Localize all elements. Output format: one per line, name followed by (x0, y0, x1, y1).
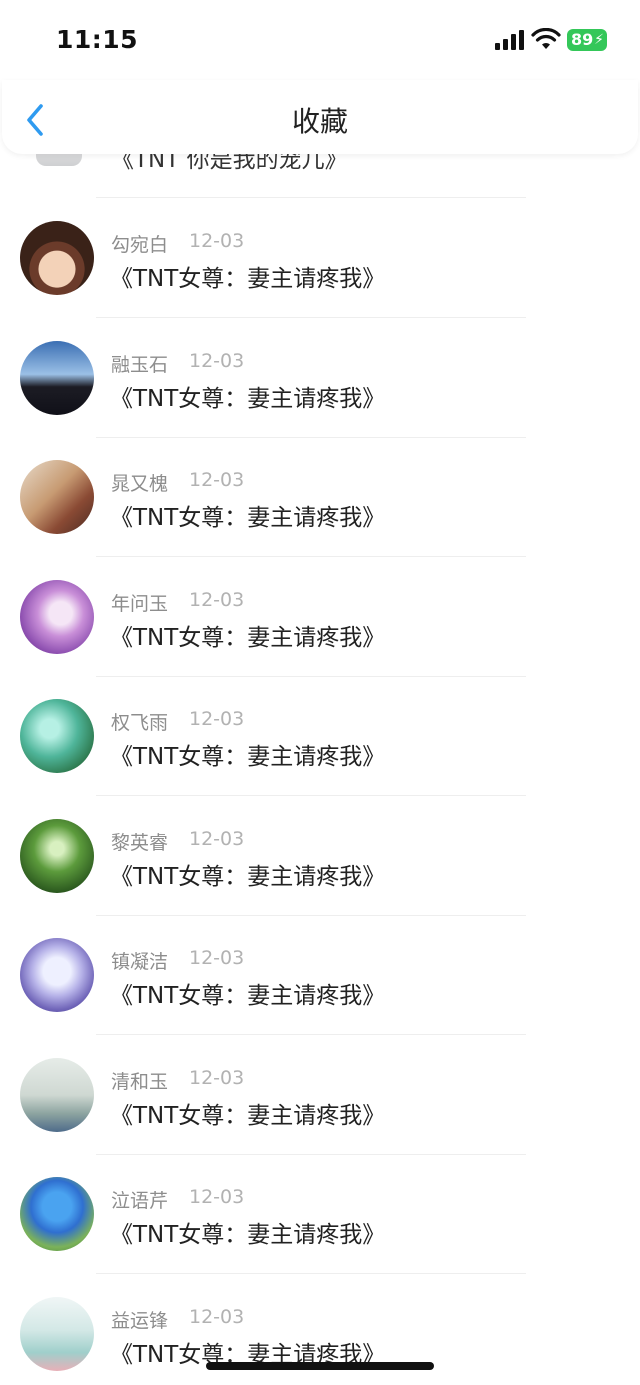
page-title: 收藏 (291, 105, 348, 138)
avatar[interactable] (20, 221, 94, 295)
post-date: 12-03 (189, 349, 245, 372)
list-item[interactable]: 黎英睿 12-03 《TNT女尊：妻主请疼我》 (0, 796, 640, 916)
user-name: 益运锋 (111, 1309, 169, 1332)
post-date: 12-03 (189, 588, 245, 611)
user-name: 黎英睿 (111, 831, 169, 854)
list-item[interactable]: 勾宛白 12-03 《TNT女尊：妻主请疼我》 (0, 198, 640, 318)
avatar[interactable] (20, 699, 94, 773)
post-date: 12-03 (189, 1186, 245, 1208)
avatar[interactable] (20, 1296, 94, 1371)
post-date: 12-03 (189, 230, 245, 252)
book-title: 《TNT女尊：妻主请疼我》 (110, 1222, 386, 1248)
list-item[interactable]: 晁又槐 12-03 《TNT女尊：妻主请疼我》 (0, 437, 640, 557)
list-item[interactable]: 镇凝洁 12-03 《TNT女尊：妻主请疼我》 (0, 915, 640, 1035)
user-name: 勾宛白 (111, 234, 169, 256)
book-title: 《TNT女尊：妻主请疼我》 (110, 505, 386, 531)
list-item[interactable]: 泣语芹 12-03 《TNT女尊：妻主请疼我》 (0, 1154, 640, 1274)
avatar[interactable] (20, 579, 94, 654)
home-indicator (206, 1362, 434, 1370)
user-name: 年问玉 (111, 592, 169, 615)
post-date: 12-03 (189, 827, 245, 850)
book-title: 《TNT女尊：妻主请疼我》 (110, 385, 386, 412)
book-title: 《TNT女尊：妻主请疼我》 (110, 744, 386, 770)
list-item[interactable]: 融玉石 12-03 《TNT女尊：妻主请疼我》 (0, 318, 640, 438)
avatar[interactable] (20, 1177, 94, 1251)
avatar[interactable] (20, 340, 94, 415)
favorites-list[interactable]: 《TNT 你是我的宠儿》 勾宛白 12-03 《TNT女尊：妻主请疼我》 融玉石 12-… (0, 0, 640, 1385)
book-title: 《TNT女尊：妻主请疼我》 (110, 983, 386, 1009)
avatar[interactable] (20, 1057, 94, 1132)
avatar[interactable] (20, 460, 94, 534)
list-item[interactable]: 清和玉 12-03 《TNT女尊：妻主请疼我》 (0, 1035, 640, 1155)
post-date: 12-03 (189, 947, 245, 969)
user-name: 镇凝洁 (111, 951, 169, 973)
book-title: 《TNT女尊：妻主请疼我》 (110, 624, 386, 651)
avatar[interactable] (20, 818, 94, 893)
user-name: 泣语芹 (111, 1190, 169, 1212)
user-name: 晁又槐 (111, 473, 169, 495)
nav-header: 收藏 (2, 80, 638, 154)
list-item[interactable]: 年问玉 12-03 《TNT女尊：妻主请疼我》 (0, 557, 640, 677)
book-title: 《TNT女尊：妻主请疼我》 (110, 863, 386, 890)
post-date: 12-03 (189, 708, 245, 730)
post-date: 12-03 (189, 469, 245, 491)
user-name: 清和玉 (111, 1070, 169, 1093)
avatar[interactable] (20, 938, 94, 1012)
list-item[interactable]: 权飞雨 12-03 《TNT女尊：妻主请疼我》 (0, 676, 640, 796)
book-title: 《TNT女尊：妻主请疼我》 (110, 266, 386, 292)
post-date: 12-03 (189, 1305, 245, 1328)
book-title: 《TNT女尊：妻主请疼我》 (110, 1102, 386, 1129)
post-date: 12-03 (189, 1066, 245, 1089)
user-name: 权飞雨 (111, 712, 169, 734)
user-name: 融玉石 (111, 353, 169, 376)
